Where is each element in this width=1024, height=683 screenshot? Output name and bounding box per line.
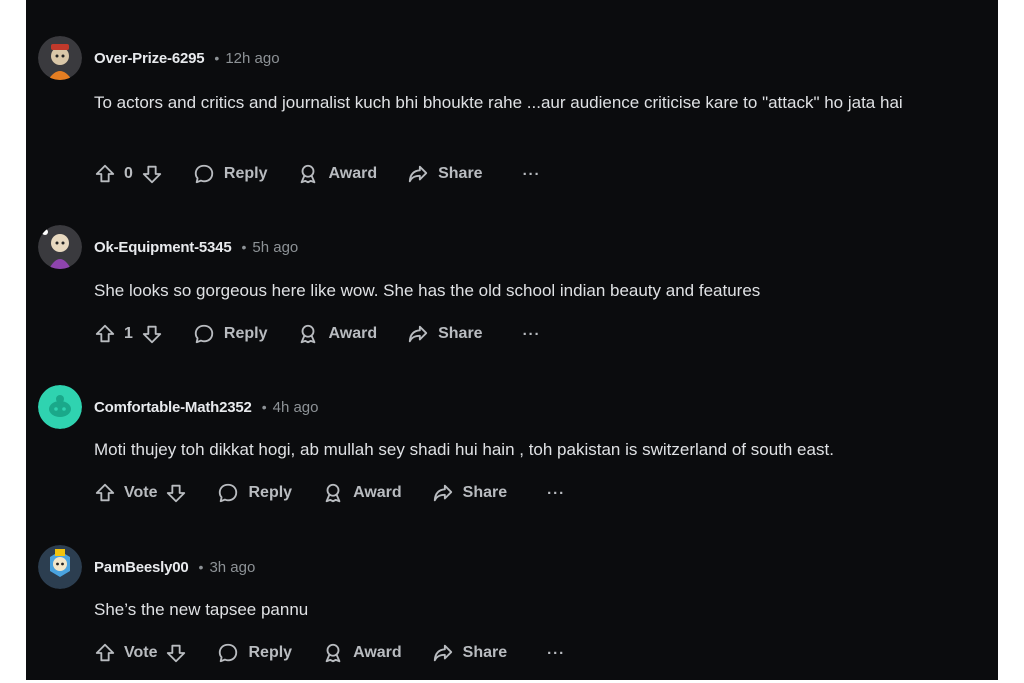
upvote-icon (95, 324, 115, 343)
award-label: Award (353, 644, 402, 661)
award-icon (325, 483, 341, 503)
avatar[interactable] (38, 225, 82, 269)
upvote-icon (95, 164, 115, 183)
downvote-icon (142, 325, 162, 344)
reply-label: Reply (248, 644, 293, 661)
reply-button[interactable]: Reply (217, 642, 292, 664)
award-button[interactable]: Award (322, 642, 402, 664)
upvote-button[interactable] (94, 323, 116, 345)
timestamp[interactable]: 4h ago (273, 399, 319, 416)
avatar-image (38, 385, 82, 429)
separator-dot: • (261, 399, 267, 415)
more-options-button[interactable]: ··· (523, 166, 541, 183)
share-label: Share (438, 165, 483, 182)
comment-meta: Comfortable-Math2352 • 4h ago (94, 395, 319, 419)
action-bar: Vote Reply Award Share ··· (94, 479, 565, 507)
comment-body: Moti thujey toh dikkat hogi, ab mullah s… (94, 440, 834, 459)
reply-icon (194, 324, 214, 344)
comment-body: She’s the new tapsee pannu (94, 600, 309, 619)
reply-label: Reply (223, 325, 268, 342)
reply-button[interactable]: Reply (193, 163, 268, 185)
avatar[interactable] (38, 36, 82, 80)
reply-label: Reply (223, 165, 268, 182)
reply-icon (219, 483, 238, 503)
avatar-image (38, 225, 82, 269)
downvote-button[interactable] (165, 642, 187, 664)
share-label: Share (438, 325, 483, 342)
share-button[interactable]: Share (432, 482, 507, 504)
downvote-icon (142, 165, 162, 184)
award-icon (301, 164, 316, 184)
upvote-button[interactable] (94, 642, 116, 664)
award-label: Award (328, 165, 378, 182)
downvote-icon (167, 644, 186, 663)
award-icon (325, 643, 341, 663)
upvote-icon (95, 483, 115, 502)
share-button[interactable]: Share (432, 642, 507, 664)
username[interactable]: Ok-Equipment-5345 (94, 239, 232, 256)
action-bar: 1 Reply Award Share ··· (94, 320, 541, 348)
downvote-button[interactable] (141, 163, 163, 185)
username[interactable]: Comfortable-Math2352 (94, 399, 252, 416)
award-label: Award (328, 325, 378, 342)
share-icon (433, 644, 452, 662)
username[interactable]: Over-Prize-6295 (94, 50, 205, 67)
avatar[interactable] (38, 545, 82, 589)
share-label: Share (462, 484, 508, 501)
award-icon (301, 324, 316, 344)
award-button[interactable]: Award (297, 163, 377, 185)
more-options-button[interactable]: ··· (523, 326, 541, 343)
vote-count: 1 (124, 325, 133, 342)
action-bar: Vote Reply Award Share ··· (94, 639, 565, 667)
upvote-button[interactable] (94, 163, 116, 185)
reply-icon (194, 164, 214, 184)
avatar[interactable] (38, 385, 82, 429)
reply-icon (219, 643, 238, 663)
upvote-icon (95, 643, 115, 662)
avatar-image (38, 36, 82, 80)
username[interactable]: PamBeesly00 (94, 559, 189, 576)
comment-meta: PamBeesly00 • 3h ago (94, 555, 255, 579)
reply-button[interactable]: Reply (217, 482, 292, 504)
award-label: Award (353, 484, 402, 501)
timestamp[interactable]: 12h ago (225, 50, 279, 67)
award-button[interactable]: Award (297, 323, 377, 345)
share-icon (408, 165, 428, 183)
timestamp[interactable]: 5h ago (252, 239, 298, 256)
downvote-icon (167, 484, 186, 503)
more-options-button[interactable]: ··· (547, 645, 565, 662)
comment-thread: Over-Prize-6295 • 12h ago To actors and … (26, 0, 998, 680)
award-button[interactable]: Award (322, 482, 402, 504)
avatar-image (38, 545, 82, 589)
share-button[interactable]: Share (407, 323, 483, 345)
vote-label: Vote (124, 484, 158, 501)
comment-meta: Ok-Equipment-5345 • 5h ago (94, 235, 298, 259)
vote-label: Vote (124, 644, 158, 661)
reply-button[interactable]: Reply (193, 323, 268, 345)
comment-meta: Over-Prize-6295 • 12h ago (94, 46, 280, 70)
comment-body: To actors and critics and journalist kuc… (94, 93, 903, 112)
separator-dot: • (214, 50, 220, 66)
separator-dot: • (198, 559, 204, 575)
share-icon (408, 325, 428, 343)
comment-body: She looks so gorgeous here like wow. She… (94, 281, 761, 300)
downvote-button[interactable] (141, 323, 163, 345)
action-bar: 0 Reply Award Share ··· (94, 160, 541, 188)
downvote-button[interactable] (165, 482, 187, 504)
share-button[interactable]: Share (407, 163, 483, 185)
vote-count: 0 (124, 165, 133, 182)
upvote-button[interactable] (94, 482, 116, 504)
timestamp[interactable]: 3h ago (209, 559, 255, 576)
share-icon (433, 484, 452, 502)
reply-label: Reply (248, 484, 293, 501)
more-options-button[interactable]: ··· (547, 485, 565, 502)
share-label: Share (462, 644, 508, 661)
separator-dot: • (241, 239, 247, 255)
